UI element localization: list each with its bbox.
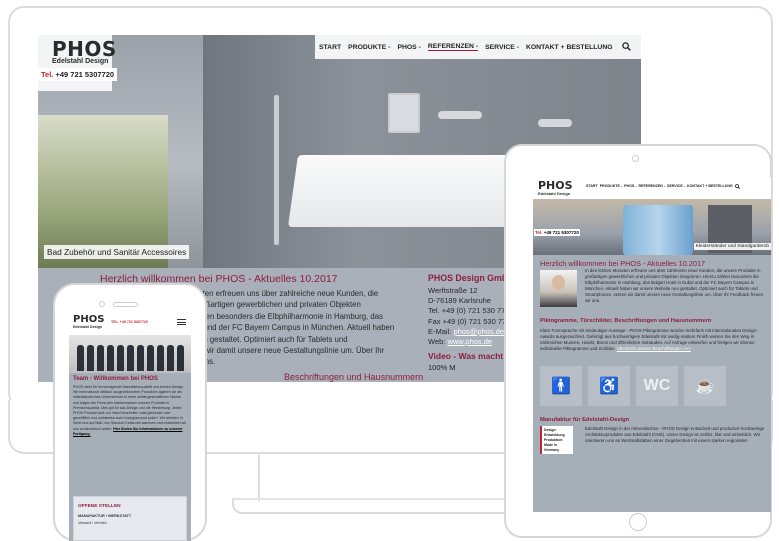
wc-pictogram-icon[interactable]: WC xyxy=(636,366,678,406)
team-member xyxy=(127,345,134,371)
tablet-camera xyxy=(632,155,639,162)
tablet-welcome-title: Herzlich willkommen bei PHOS - Aktuelles… xyxy=(540,259,706,268)
tablet-nav-start[interactable]: START xyxy=(586,184,598,190)
tablet-nav-produkte[interactable]: PRODUKTE - xyxy=(600,184,622,190)
team-member xyxy=(177,345,184,371)
phone-value: +49 721 5307720 xyxy=(55,70,115,79)
tablet-phone-prefix: Tel. xyxy=(535,230,543,235)
tablet-hero-curtain xyxy=(623,205,693,255)
phone-device: PHOS Edelstahl Design TEL. +49 721 53077… xyxy=(53,283,207,541)
tablet-section-manufaktur-title: Manufaktur für Edelstahl-Design xyxy=(540,417,630,423)
nav-kontakt[interactable]: KONTAKT + BESTELLUNG xyxy=(526,44,613,51)
team-member xyxy=(97,345,104,371)
accessible-pictogram-icon[interactable]: ♿ xyxy=(588,366,630,406)
search-icon-glyph xyxy=(621,41,631,51)
phone-logo-tagline: Edelstahl Design xyxy=(73,325,102,329)
tablet-screen: PHOS Edelstahl Design START PRODUKTE - P… xyxy=(533,177,771,512)
team-member xyxy=(87,345,94,371)
phone-camera xyxy=(99,301,105,307)
tablet-nav: START PRODUKTE - PHOS - REFERENZEN - SER… xyxy=(586,184,740,190)
tablet-nav-referenzen[interactable]: REFERENZEN - xyxy=(638,184,665,190)
web-label: Web: xyxy=(428,337,446,347)
phone-team-text: PHOS steht für hervorragende Manufakturq… xyxy=(73,385,187,437)
tablet-made-in-germany-badge: Design Entwicklung Produktion Made in Ge… xyxy=(540,426,573,454)
logo[interactable]: PHOS Edelstahl Design xyxy=(38,35,116,91)
tablet-phone[interactable]: Tel. +49 721 5307720 xyxy=(534,229,580,236)
faucet xyxy=(438,111,482,119)
jobs-line[interactable]: MANUFAKTUR / WERKSTATT xyxy=(78,514,131,518)
nav-start[interactable]: START xyxy=(319,44,341,51)
tablet-hero-caption: Kleiderständer und Standgarderob xyxy=(693,243,771,250)
tablet-manufaktur-text: Edelstahl Design in der mineralischen - … xyxy=(585,426,765,443)
soap-tray xyxy=(538,119,572,127)
tablet-pictogram-row: 🚹 ♿ WC ☕ xyxy=(540,366,726,406)
tablet-portrait-image xyxy=(540,270,577,307)
tablet-section-pictograms-title: Piktogramme, Türschilder, Beschriftungen… xyxy=(540,318,712,324)
desktop-monitor-foot xyxy=(232,498,546,514)
phone-team-photo xyxy=(69,335,191,373)
shower-bar xyxy=(274,95,279,245)
phone-number[interactable]: Tel. +49 721 5307720 xyxy=(38,68,118,81)
coffee-cup-pictogram-icon[interactable]: ☕ xyxy=(684,366,726,406)
team-member xyxy=(167,345,174,371)
phone-jobs-box[interactable]: OFFENE STELLEN MANUFAKTUR / WERKSTATT Ve… xyxy=(73,496,187,541)
tablet-nav-kontakt[interactable]: KONTAKT + BESTELLUNG xyxy=(687,184,733,190)
phone-header: PHOS Edelstahl Design TEL. +49 721 53077… xyxy=(69,313,191,335)
tablet-pictograms-link[interactable]: Übersicht unserer Beschriftungen >>> xyxy=(617,346,691,351)
web-link[interactable]: www.phos.de xyxy=(447,337,492,346)
phone-screen: PHOS Edelstahl Design TEL. +49 721 53077… xyxy=(69,313,191,541)
tablet-welcome-text: In den letzten Monaten erfreuen uns über… xyxy=(585,268,764,303)
tablet-search-icon[interactable] xyxy=(734,184,740,190)
hamburger-menu-icon[interactable] xyxy=(177,319,186,325)
tablet-phone-number: +49 721 5307720 xyxy=(543,230,579,235)
tablet-header: PHOS Edelstahl Design START PRODUKTE - P… xyxy=(533,177,771,199)
main-nav: START PRODUKTE - PHOS - REFERENZEN - SER… xyxy=(315,35,641,59)
tablet-portrait-face xyxy=(552,275,565,290)
glass-holder xyxy=(388,93,420,133)
logo-tagline: Edelstahl Design xyxy=(52,58,109,65)
phone-prefix: Tel. xyxy=(41,70,54,79)
email-link[interactable]: phos@phos.de xyxy=(453,327,504,336)
tablet-search-icon-glyph xyxy=(734,184,740,189)
badge-line: Made in Germany xyxy=(544,443,560,452)
nav-phos[interactable]: PHOS - xyxy=(397,44,420,51)
phone-tel[interactable]: TEL. +49 721 5307720 xyxy=(111,320,148,324)
tablet-logo-tagline: Edelstahl Design xyxy=(538,191,571,196)
email-label: E-Mail: xyxy=(428,326,452,336)
nav-referenzen[interactable]: REFERENZEN - xyxy=(427,43,479,51)
tablet-device: PHOS Edelstahl Design START PRODUKTE - P… xyxy=(504,144,772,538)
tablet-section-pictograms-text: Klare Formsprache mit eindeutiger Aussag… xyxy=(540,328,766,352)
desktop-monitor-stand xyxy=(258,455,520,501)
tablet-nav-phos[interactable]: PHOS - xyxy=(624,184,636,190)
phone-team-title: Team - Willkommen bei PHOS xyxy=(73,376,158,382)
section-heading-next: Beschriftungen und Hausnummern xyxy=(284,372,424,382)
phone-speaker xyxy=(113,302,138,307)
tablet-home-button[interactable] xyxy=(629,513,647,531)
jobs-line[interactable]: Versand / Vertrieb xyxy=(78,521,107,525)
team-member xyxy=(77,345,84,371)
phone-logo[interactable]: PHOS xyxy=(73,314,104,325)
jobs-title: OFFENE STELLEN xyxy=(78,504,121,509)
team-member xyxy=(117,345,124,371)
phone-team-body: PHOS steht für hervorragende Manufakturq… xyxy=(73,385,187,431)
team-member xyxy=(157,345,164,371)
nav-produkte[interactable]: PRODUKTE - xyxy=(348,44,390,51)
search-icon[interactable] xyxy=(621,41,631,53)
tablet-nav-service[interactable]: SERVICE - xyxy=(667,184,685,190)
team-member xyxy=(137,345,144,371)
nav-service[interactable]: SERVICE - xyxy=(485,44,519,51)
hero-caption: Bad Zubehör und Sanitär Accessoires xyxy=(44,245,190,259)
restroom-pictogram-icon[interactable]: 🚹 xyxy=(540,366,582,406)
team-member xyxy=(107,345,114,371)
team-member xyxy=(147,345,154,371)
